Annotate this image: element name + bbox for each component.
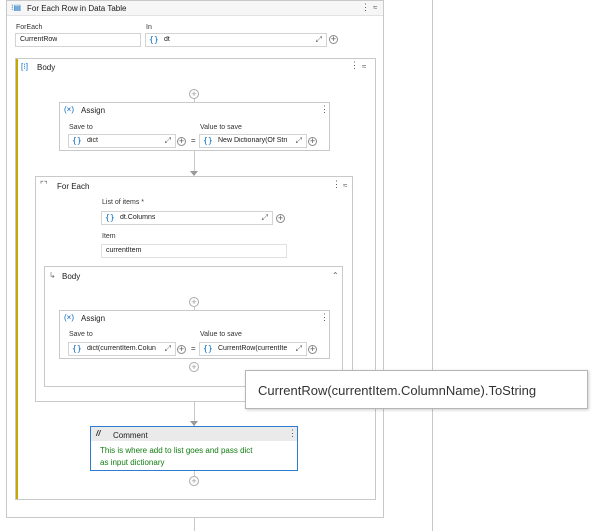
item-label: Item: [102, 233, 116, 240]
add-variable-icon[interactable]: +: [177, 345, 186, 354]
expand-editor-icon[interactable]: ⤢: [165, 344, 171, 354]
comment-title: Comment: [113, 431, 148, 440]
expand-editor-icon[interactable]: ⤢: [165, 136, 171, 146]
tooltip-text: CurrentRow(currentItem.ColumnName).ToStr…: [258, 383, 537, 398]
assign-activity[interactable]: (×) Assign ⋮ Save to {} dict ⤢ + = Value…: [59, 102, 330, 151]
value-to-save-label: Value to save: [200, 331, 242, 338]
more-options-icon[interactable]: ⋮: [288, 428, 297, 439]
value-to-save-input[interactable]: {} New Dictionary(Of Stri ⤢: [199, 134, 307, 148]
expand-editor-icon[interactable]: ⤢: [296, 344, 302, 354]
assign-title: Assign: [81, 314, 106, 323]
foreach-input[interactable]: CurrentRow: [15, 33, 141, 47]
add-variable-icon[interactable]: +: [329, 35, 338, 44]
expression-brace-icon: {}: [72, 136, 82, 145]
collapse-icon[interactable]: ≈: [362, 62, 366, 71]
value-to-save-input[interactable]: {} CurrentRow(currentIte ⤢: [199, 342, 307, 356]
list-of-items-input[interactable]: {} dt.Columns ⤢: [101, 211, 273, 225]
expression-brace-icon: {}: [105, 213, 115, 222]
add-activity-icon[interactable]: +: [189, 362, 199, 372]
more-options-icon[interactable]: ⋮: [320, 104, 329, 115]
value-to-save-value: New Dictionary(Of Stri: [218, 137, 288, 144]
comment-text-line2[interactable]: as input dictionary: [100, 458, 164, 467]
expression-tooltip: CurrentRow(currentItem.ColumnName).ToStr…: [245, 370, 588, 409]
list-of-items-label: List of items *: [102, 199, 145, 206]
for-each-row-icon: ⁝▤: [11, 3, 22, 12]
more-options-icon[interactable]: ⋮: [320, 312, 329, 323]
in-input[interactable]: {} dt ⤢: [145, 33, 327, 47]
assign-title: Assign: [81, 106, 106, 115]
assign-icon: (×): [64, 105, 74, 114]
for-each-row-header[interactable]: ⁝▤ For Each Row in Data Table ⋮ ≈: [7, 1, 383, 16]
save-to-input[interactable]: {} dict(currentItem.Colun ⤢: [68, 342, 176, 356]
for-each-icon: ⌜⌝: [40, 180, 48, 189]
body-corner-icon: ↳: [49, 271, 56, 280]
expand-editor-icon[interactable]: ⤢: [316, 35, 322, 45]
add-activity-icon[interactable]: +: [189, 89, 199, 99]
comment-icon: //: [96, 429, 101, 438]
save-to-input[interactable]: {} dict ⤢: [68, 134, 176, 148]
value-to-save-label: Value to save: [200, 124, 242, 131]
equals-sign: =: [191, 136, 196, 145]
save-to-label: Save to: [69, 331, 93, 338]
more-options-icon[interactable]: ⋮: [361, 2, 370, 13]
more-options-icon[interactable]: ⋮: [350, 60, 359, 71]
expression-brace-icon: {}: [149, 35, 159, 44]
list-of-items-value: dt.Columns: [120, 214, 156, 221]
add-variable-icon[interactable]: +: [276, 214, 285, 223]
assign-icon: (×): [64, 313, 74, 322]
expression-brace-icon: {}: [203, 344, 213, 353]
save-to-value: dict(currentItem.Colun: [87, 345, 156, 352]
for-each-row-title: For Each Row in Data Table: [27, 4, 127, 13]
assign-activity[interactable]: (×) Assign ⋮ Save to {} dict(currentItem…: [59, 310, 330, 359]
foreach-value: CurrentRow: [20, 36, 58, 43]
collapse-icon[interactable]: ≈: [373, 3, 377, 12]
collapse-icon[interactable]: ≈: [343, 181, 347, 190]
expand-editor-icon[interactable]: ⤢: [262, 213, 268, 223]
expression-brace-icon: {}: [72, 344, 82, 353]
expression-brace-icon: {}: [203, 136, 213, 145]
add-variable-icon[interactable]: +: [308, 345, 317, 354]
more-options-icon[interactable]: ⋮: [332, 179, 341, 190]
expand-editor-icon[interactable]: ⤢: [296, 136, 302, 146]
for-each-title: For Each: [57, 182, 90, 191]
canvas-divider: [432, 0, 433, 531]
save-to-value: dict: [87, 137, 98, 144]
connector-line: [194, 518, 195, 531]
comment-activity[interactable]: // Comment ⋮ This is where add to list g…: [90, 426, 298, 471]
in-label: In: [146, 24, 152, 31]
add-activity-icon[interactable]: +: [189, 476, 199, 486]
item-input[interactable]: currentItem: [101, 244, 287, 258]
collapse-chevron-icon[interactable]: ⌃: [332, 271, 339, 280]
in-value: dt: [164, 36, 170, 43]
comment-text-line1[interactable]: This is where add to list goes and pass …: [100, 446, 253, 455]
save-to-label: Save to: [69, 124, 93, 131]
body-bar: [16, 59, 18, 499]
inner-body-title: Body: [62, 272, 81, 281]
outer-body-title: Body: [37, 63, 56, 72]
value-to-save-value: CurrentRow(currentIte: [218, 345, 288, 352]
foreach-label: ForEach: [16, 24, 43, 31]
add-variable-icon[interactable]: +: [308, 137, 317, 146]
body-icon: [⁝]: [21, 62, 28, 71]
item-value: currentItem: [106, 247, 142, 254]
equals-sign: =: [191, 344, 196, 353]
add-variable-icon[interactable]: +: [177, 137, 186, 146]
